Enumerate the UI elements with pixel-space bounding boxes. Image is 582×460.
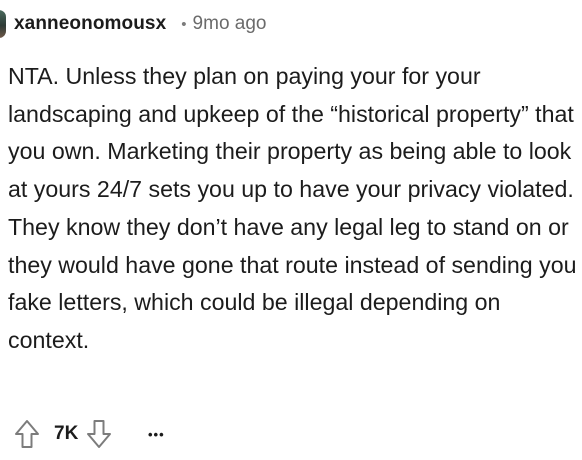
comment-header: xanneonomousx • 9mo ago xyxy=(14,9,267,39)
comment-body: NTA. Unless they plan on paying your for… xyxy=(8,63,577,353)
more-horizontal-icon: ••• xyxy=(147,426,165,442)
arrow-up-outline-icon xyxy=(15,420,39,448)
comment: xanneonomousx • 9mo ago NTA. Unless they… xyxy=(0,0,582,460)
more-options-button[interactable]: ••• xyxy=(138,417,174,451)
comment-action-bar: 7K ••• xyxy=(12,414,174,454)
meta-separator: • xyxy=(181,15,187,33)
user-avatar[interactable] xyxy=(0,10,6,38)
vote-count: 7K xyxy=(54,423,79,444)
comment-timestamp[interactable]: 9mo ago xyxy=(193,13,267,35)
arrow-down-outline-icon xyxy=(87,420,112,448)
upvote-button[interactable] xyxy=(12,417,42,451)
username-link[interactable]: xanneonomousx xyxy=(14,13,166,35)
downvote-button[interactable] xyxy=(84,417,114,451)
